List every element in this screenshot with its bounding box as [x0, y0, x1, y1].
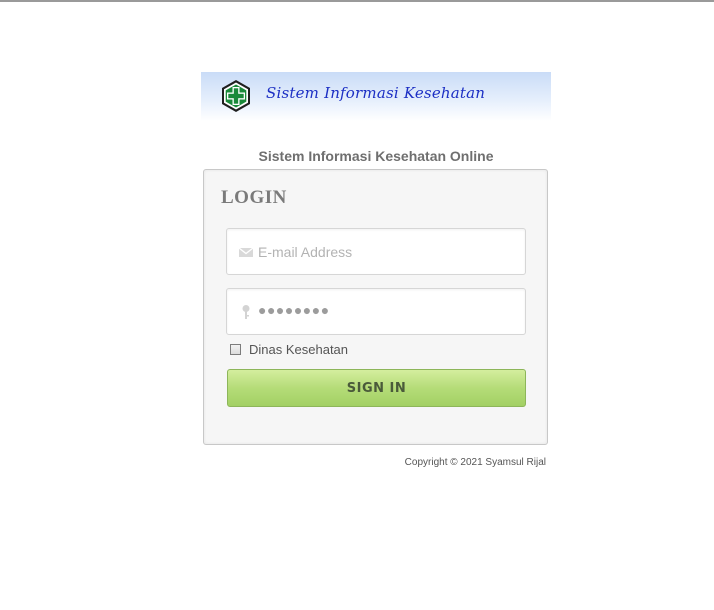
header-banner: Sistem Informasi Kesehatan: [201, 72, 551, 121]
envelope-icon: [238, 247, 254, 257]
password-field[interactable]: ●●●●●●●●: [226, 288, 526, 335]
dinas-kesehatan-checkbox[interactable]: [230, 343, 241, 355]
login-heading: LOGIN: [221, 187, 287, 208]
password-input[interactable]: ●●●●●●●●: [258, 302, 330, 318]
top-border: [0, 0, 714, 2]
dinas-kesehatan-label: Dinas Kesehatan: [249, 341, 349, 357]
email-field[interactable]: [226, 228, 526, 275]
login-panel: LOGIN ●●●●●●●● Dinas Kesehatan SIGN IN: [203, 169, 548, 445]
sign-in-button[interactable]: SIGN IN: [227, 369, 526, 407]
banner-title: Sistem Informasi Kesehatan: [266, 84, 486, 102]
dinas-kesehatan-option[interactable]: Dinas Kesehatan: [230, 341, 348, 357]
health-cross-logo-icon: [222, 80, 250, 112]
email-input[interactable]: [258, 229, 518, 274]
page-subtitle: Sistem Informasi Kesehatan Online: [258, 148, 494, 164]
key-icon: [242, 305, 250, 319]
copyright-text: Copyright © 2021 Syamsul Rijal: [404, 457, 546, 468]
